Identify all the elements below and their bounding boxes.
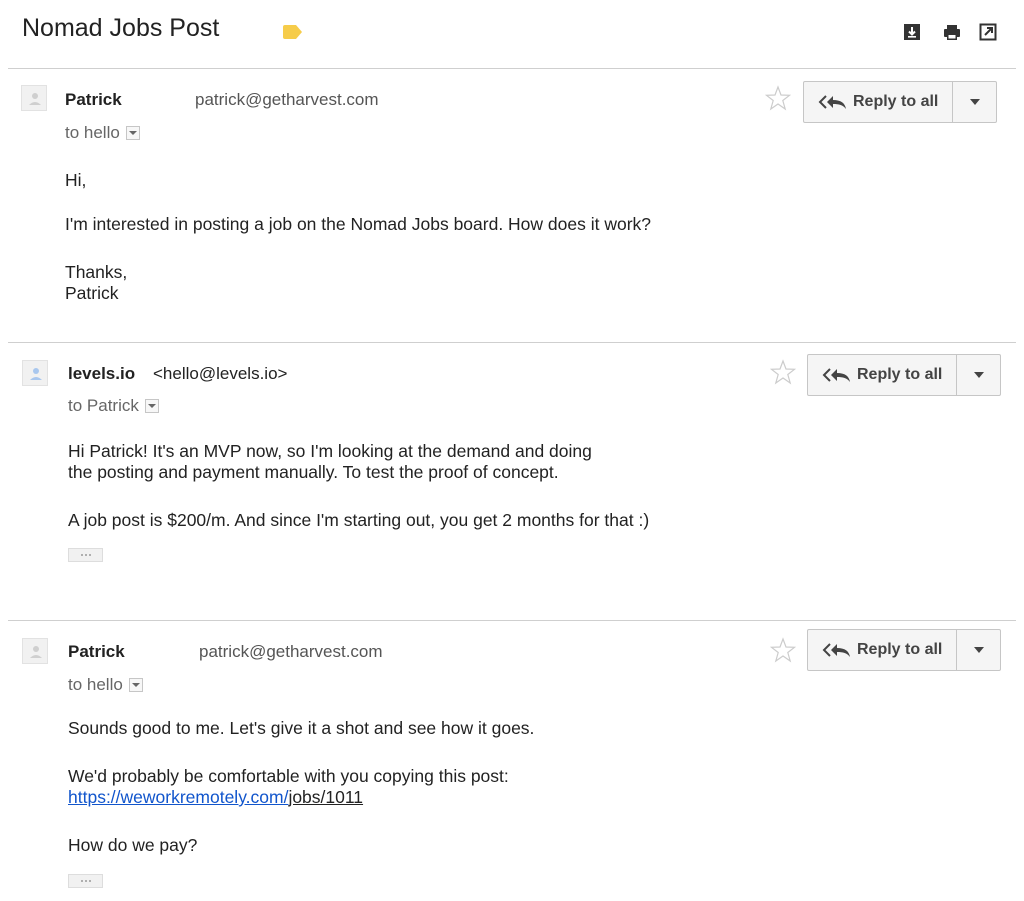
sender-email: patrick@getharvest.com bbox=[195, 90, 379, 109]
caret-down-icon bbox=[973, 647, 984, 653]
sender-avatar bbox=[22, 638, 48, 664]
message-line: the posting and payment manually. To tes… bbox=[68, 462, 559, 482]
star-icon[interactable] bbox=[770, 637, 796, 663]
reply-button-group: Reply to all bbox=[803, 81, 997, 123]
message-divider bbox=[8, 342, 1016, 343]
important-label-icon[interactable] bbox=[283, 25, 302, 39]
recipients-line: to hello bbox=[65, 123, 140, 143]
more-actions-button[interactable] bbox=[957, 355, 1000, 395]
reply-to-all-label: Reply to all bbox=[853, 93, 939, 110]
job-post-link-path[interactable]: jobs/1011 bbox=[288, 787, 363, 807]
message-signoff: Thanks, bbox=[65, 262, 128, 282]
recipients-line: to hello bbox=[68, 675, 143, 695]
show-details-button[interactable] bbox=[144, 399, 159, 413]
sender-name[interactable]: Patrick bbox=[68, 642, 125, 662]
sender-avatar bbox=[22, 360, 48, 386]
sender-email: <hello@levels.io> bbox=[153, 364, 288, 383]
star-icon[interactable] bbox=[770, 359, 796, 385]
sender-avatar bbox=[21, 85, 47, 111]
caret-down-icon bbox=[969, 99, 980, 105]
show-details-button[interactable] bbox=[125, 126, 140, 140]
reply-to-all-button[interactable]: Reply to all bbox=[804, 82, 954, 122]
sender-name[interactable]: Patrick bbox=[65, 90, 122, 110]
open-new-window-icon[interactable] bbox=[978, 22, 998, 42]
show-trimmed-content-button[interactable] bbox=[68, 874, 103, 888]
message-line: I'm interested in posting a job on the N… bbox=[65, 214, 652, 234]
reply-all-icon bbox=[822, 368, 850, 382]
message-line: We'd probably be comfortable with you co… bbox=[68, 766, 509, 786]
reply-to-all-button[interactable]: Reply to all bbox=[808, 355, 958, 395]
sender-email: patrick@getharvest.com bbox=[199, 642, 383, 661]
more-actions-button[interactable] bbox=[957, 630, 1000, 670]
recipients-label: to hello bbox=[68, 675, 123, 694]
chevron-down-icon bbox=[131, 683, 140, 687]
recipients-line: to Patrick bbox=[68, 396, 159, 416]
download-icon[interactable] bbox=[902, 22, 922, 42]
message-line: A job post is $200/m. And since I'm star… bbox=[68, 510, 650, 530]
star-icon[interactable] bbox=[765, 85, 791, 111]
show-details-button[interactable] bbox=[128, 678, 143, 692]
job-post-link[interactable]: https://weworkremotely.com/ bbox=[68, 787, 288, 807]
recipients-label: to hello bbox=[65, 123, 120, 142]
print-icon[interactable] bbox=[942, 22, 962, 42]
chevron-down-icon bbox=[147, 404, 156, 408]
sender-name[interactable]: levels.io bbox=[68, 364, 135, 384]
reply-to-all-label: Reply to all bbox=[857, 366, 943, 383]
reply-button-group: Reply to all bbox=[807, 629, 1001, 671]
show-trimmed-content-button[interactable] bbox=[68, 548, 103, 562]
reply-all-icon bbox=[818, 95, 846, 109]
message-greeting: Hi, bbox=[65, 170, 87, 190]
message-line: How do we pay? bbox=[68, 835, 198, 855]
message-link-line: https://weworkremotely.com/jobs/1011 bbox=[68, 787, 363, 808]
reply-button-group: Reply to all bbox=[807, 354, 1001, 396]
message-divider bbox=[8, 620, 1016, 621]
more-actions-button[interactable] bbox=[953, 82, 996, 122]
thread-subject: Nomad Jobs Post bbox=[22, 14, 220, 42]
recipients-label: to Patrick bbox=[68, 396, 139, 415]
message-line: Hi Patrick! It's an MVP now, so I'm look… bbox=[68, 441, 592, 461]
message-signature: Patrick bbox=[65, 283, 119, 303]
message-line: Sounds good to me. Let's give it a shot … bbox=[68, 718, 535, 738]
reply-to-all-label: Reply to all bbox=[857, 641, 943, 658]
caret-down-icon bbox=[973, 372, 984, 378]
reply-all-icon bbox=[822, 643, 850, 657]
chevron-down-icon bbox=[128, 131, 137, 135]
thread-divider bbox=[8, 68, 1016, 69]
reply-to-all-button[interactable]: Reply to all bbox=[808, 630, 958, 670]
